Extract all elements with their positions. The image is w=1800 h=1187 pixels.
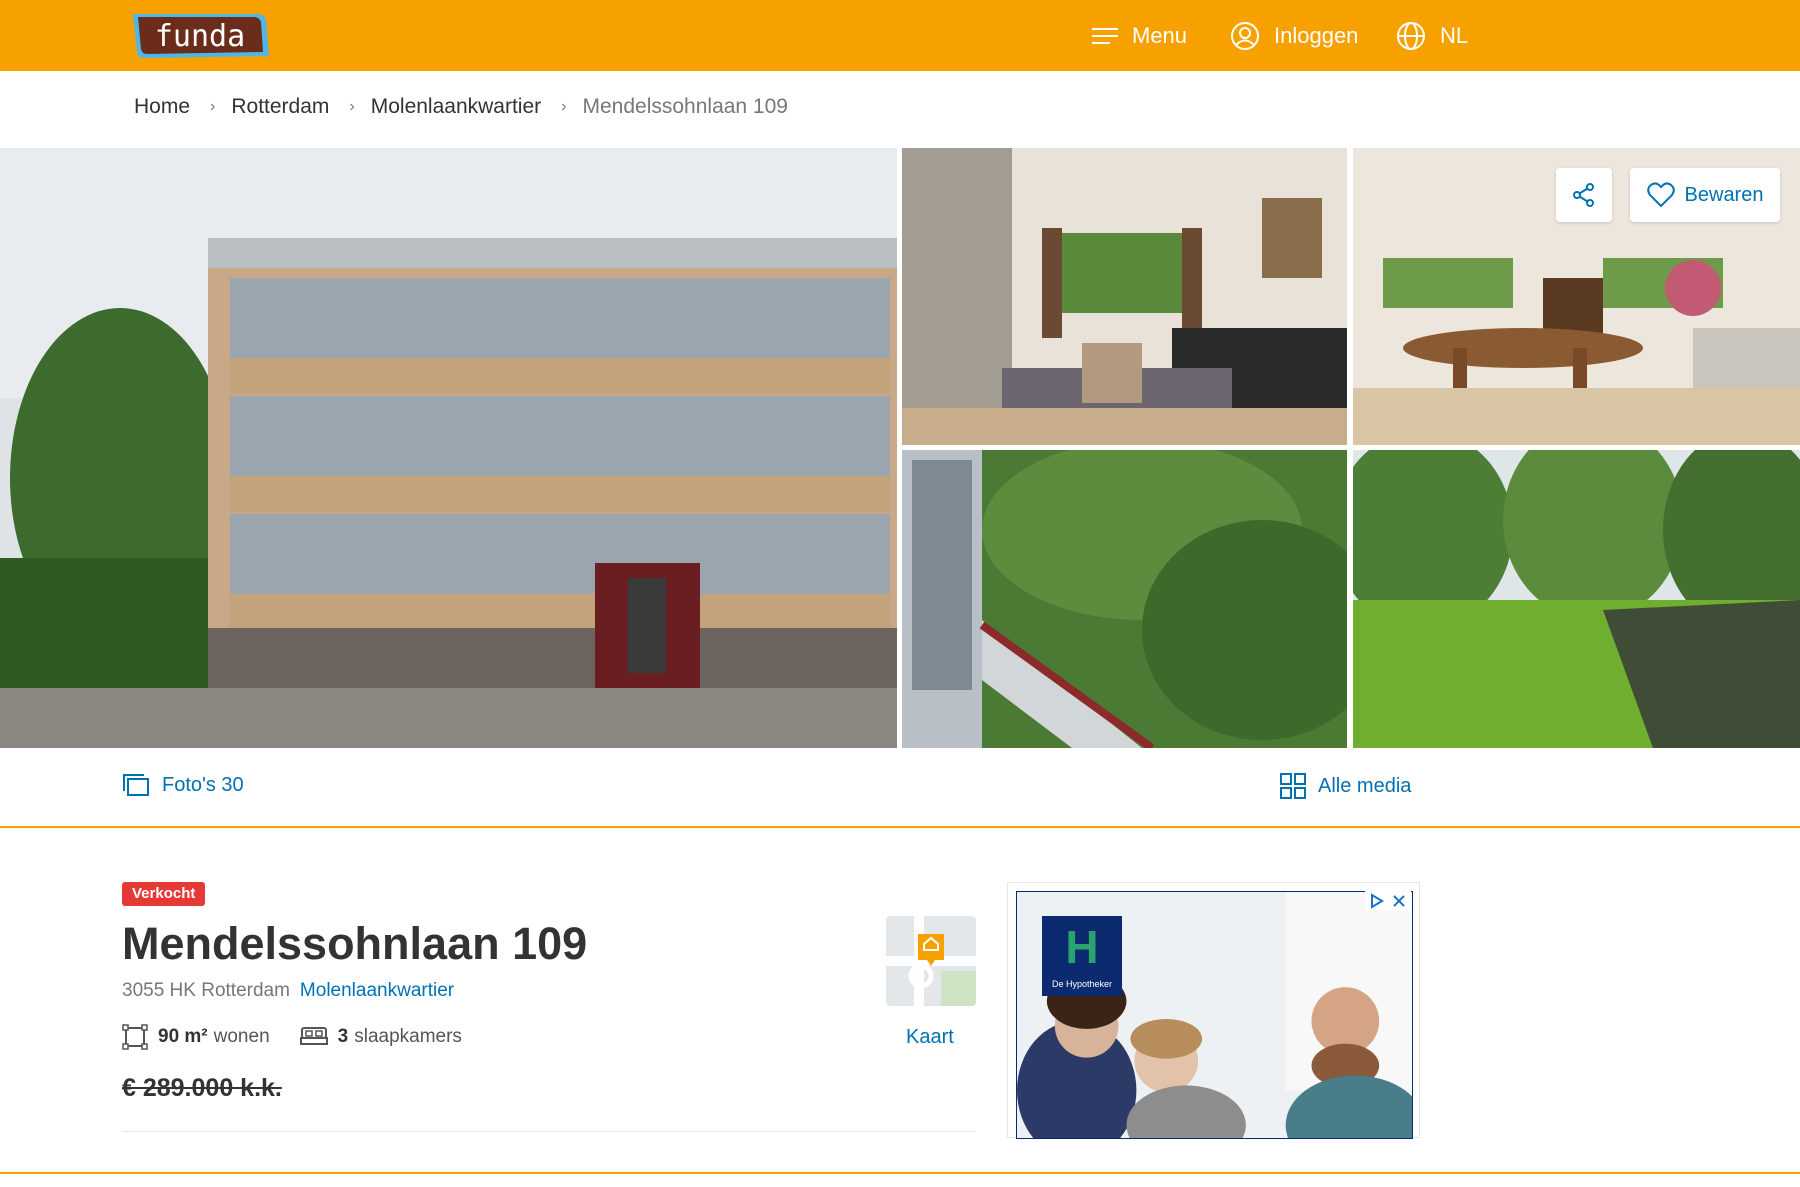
login-label: Inloggen (1274, 22, 1359, 48)
chevron-right-icon: › (561, 98, 567, 115)
floor-area-icon (122, 1024, 148, 1050)
listing-features: 90 m² wonen 3 slaapkamers (122, 1024, 492, 1050)
feature-bedrooms: 3 slaapkamers (299, 1026, 462, 1048)
globe-icon (1397, 21, 1425, 50)
chevron-right-icon: › (349, 98, 355, 115)
ad-image[interactable]: H De Hypotheker (1016, 891, 1413, 1139)
funda-logo[interactable]: funda (130, 11, 270, 61)
photo-garden[interactable] (1353, 450, 1800, 748)
map-link[interactable]: Kaart (906, 1026, 954, 1049)
breadcrumb-city[interactable]: Rotterdam (231, 95, 329, 119)
photos-label: Foto's 30 (162, 773, 244, 796)
language-label: NL (1440, 22, 1469, 48)
svg-text:funda: funda (155, 19, 245, 54)
share-icon (1573, 183, 1594, 207)
breadcrumb-current: Mendelssohnlaan 109 (582, 95, 788, 118)
close-icon[interactable] (1391, 893, 1407, 909)
bedrooms-unit: slaapkamers (354, 1026, 462, 1047)
neighbourhood-link[interactable]: Molenlaankwartier (300, 980, 454, 1002)
photos-icon (123, 774, 149, 796)
menu-label: Menu (1132, 22, 1188, 48)
ad-brand-name: De Hypotheker (1051, 979, 1113, 989)
listing-title: Mendelssohnlaan 109 (122, 918, 588, 969)
breadcrumb-neighbourhood[interactable]: Molenlaankwartier (371, 95, 541, 119)
area-unit: wonen (213, 1026, 270, 1047)
photo-living-room[interactable] (902, 148, 1347, 445)
bottom-divider (0, 1172, 1800, 1174)
hamburger-icon (1092, 27, 1118, 44)
bedrooms-value: 3 (337, 1026, 349, 1047)
listing-price: € 289.000 k.k. (122, 1074, 282, 1102)
user-icon (1231, 21, 1259, 50)
map-thumbnail[interactable] (886, 916, 976, 1006)
top-header: funda Menu Inloggen NL (0, 0, 1800, 71)
adchoices-icon[interactable] (1369, 893, 1385, 909)
postal-city: 3055 HK Rotterdam (122, 980, 290, 1001)
bed-icon (299, 1027, 328, 1045)
feature-area: 90 m² wonen (122, 1024, 270, 1050)
advertisement[interactable]: H De Hypotheker (1007, 882, 1420, 1139)
ad-brand-letter: H (1065, 921, 1099, 973)
save-label: Bewaren (1684, 183, 1764, 206)
listing-address: 3055 HK Rotterdam Molenlaankwartier (122, 980, 454, 1002)
media-bar: Foto's 30 Alle media (0, 748, 1800, 828)
map-icon (886, 916, 976, 1006)
ad-brand-logo: H De Hypotheker (1042, 916, 1122, 996)
menu-button[interactable]: Menu (1092, 0, 1187, 71)
grid-icon (1280, 773, 1306, 799)
share-button[interactable] (1556, 168, 1612, 222)
photos-link[interactable]: Foto's 30 (122, 773, 244, 797)
all-media-label: Alle media (1318, 774, 1412, 797)
ad-controls (1365, 891, 1411, 911)
save-button[interactable]: Bewaren (1630, 168, 1780, 222)
breadcrumb-home[interactable]: Home (134, 95, 190, 119)
status-badge: Verkocht (122, 882, 206, 906)
photo-balcony[interactable] (902, 450, 1347, 748)
photo-exterior[interactable] (0, 148, 897, 748)
area-value: 90 m² (158, 1026, 208, 1047)
login-button[interactable]: Inloggen (1230, 0, 1358, 71)
chevron-right-icon: › (210, 98, 216, 115)
heart-icon (1646, 182, 1675, 208)
divider (122, 1131, 976, 1132)
all-media-link[interactable]: Alle media (1280, 773, 1411, 799)
language-button[interactable]: NL (1396, 0, 1468, 71)
breadcrumb: Home › Rotterdam › Molenlaankwartier › M… (134, 92, 788, 122)
photo-gallery (0, 148, 1800, 748)
